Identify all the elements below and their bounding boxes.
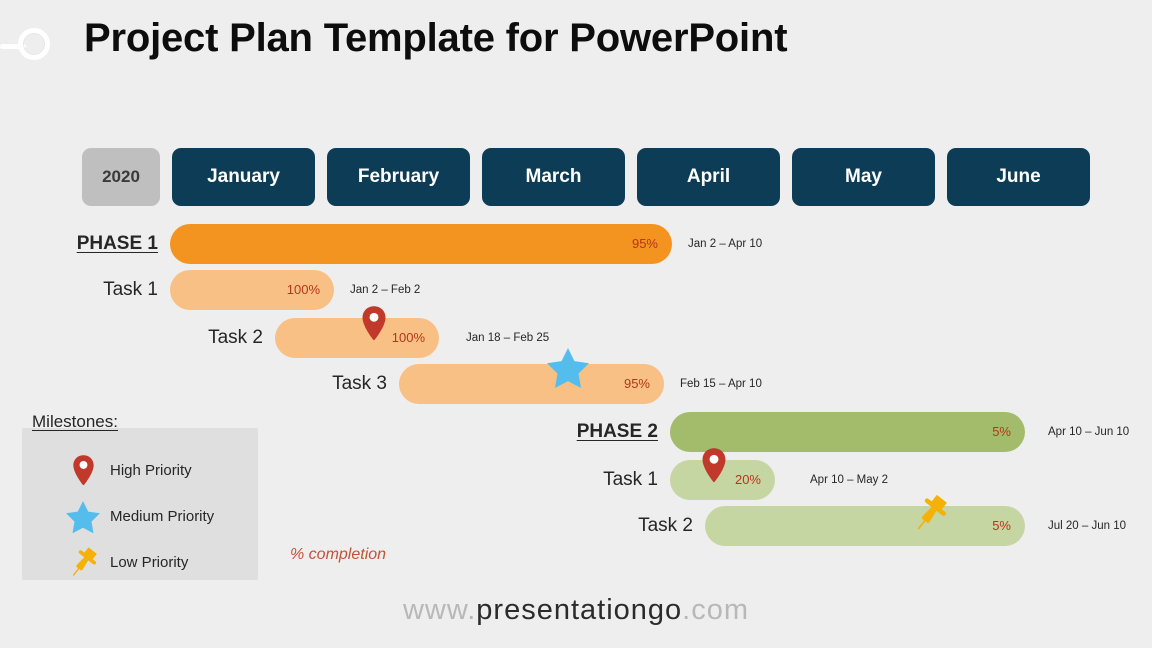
low-priority-pushpin-icon[interactable]: [908, 492, 952, 536]
legend-item-label: Low Priority: [110, 554, 189, 571]
task-label: Task 2: [638, 515, 693, 536]
row-date-range: Jul 20 – Jun 10: [1048, 520, 1127, 532]
timeline-month-may: May: [792, 148, 935, 206]
legend-item: High Priority: [22, 448, 258, 494]
row-date-range: Apr 10 – May 2: [810, 474, 888, 486]
gantt-bar[interactable]: [170, 224, 672, 264]
medium-priority-star-icon[interactable]: [547, 348, 589, 388]
gantt-row: Task 2 5%: [638, 506, 1025, 546]
footer-suffix: .com: [682, 594, 749, 626]
row-date-range: Feb 15 – Apr 10: [680, 378, 762, 390]
gantt-row: Task 3 95%: [332, 364, 664, 404]
gantt-row: Task 2 100%: [208, 318, 439, 358]
gantt-row: PHASE 2 5%: [577, 412, 1025, 452]
row-date-range: Jan 2 – Feb 2: [350, 284, 421, 296]
task-label: Task 2: [208, 327, 263, 348]
completion-percent: 20%: [734, 472, 761, 487]
completion-percent: 95%: [623, 376, 650, 391]
star-icon: [62, 496, 104, 538]
legend-item: Low Priority: [22, 540, 258, 586]
phase-label: PHASE 2: [576, 421, 658, 442]
pin-icon: [62, 450, 104, 492]
row-date-range: Apr 10 – Jun 10: [1048, 426, 1130, 438]
timeline-header: 2020 January February March April May June: [82, 148, 1090, 206]
page-title: Project Plan Template for PowerPoint: [84, 16, 788, 60]
completion-note: % completion: [290, 546, 387, 563]
row-date-range: Jan 2 – Apr 10: [688, 238, 763, 250]
completion-percent: 100%: [391, 330, 425, 345]
timeline-month-april: April: [637, 148, 780, 206]
completion-percent: 100%: [286, 282, 320, 297]
legend-item: Medium Priority: [22, 494, 258, 540]
gantt-row: Task 1 100%: [103, 270, 334, 310]
task-label: Task 1: [603, 469, 658, 490]
milestones-legend: Milestones: High Priority Medium Priority…: [22, 412, 258, 580]
completion-percent: 5%: [992, 424, 1011, 439]
completion-percent: 95%: [631, 236, 658, 251]
legend-item-label: High Priority: [110, 462, 192, 479]
timeline-month-january: January: [172, 148, 315, 206]
high-priority-pin-icon[interactable]: [701, 448, 727, 483]
high-priority-pin-icon[interactable]: [361, 306, 387, 341]
completion-percent: 5%: [992, 518, 1011, 533]
footer-prefix: www.: [402, 594, 477, 626]
timeline-month-june: June: [947, 148, 1090, 206]
gantt-bar[interactable]: [705, 506, 1025, 546]
phase-label: PHASE 1: [76, 233, 158, 254]
timeline-month-february: February: [327, 148, 470, 206]
decorative-circle: [18, 28, 50, 60]
timeline-year-cell: 2020: [82, 148, 160, 206]
footer-url: www.presentationgo.com: [0, 594, 1152, 627]
timeline-month-march: March: [482, 148, 625, 206]
gantt-row: PHASE 1 95%: [77, 224, 672, 264]
legend-item-label: Medium Priority: [110, 508, 215, 525]
decorative-ring-graphic: [0, 24, 62, 68]
row-date-range: Jan 18 – Feb 25: [466, 332, 550, 344]
gantt-bar[interactable]: [670, 412, 1025, 452]
task-label: Task 3: [332, 373, 387, 394]
task-label: Task 1: [103, 279, 158, 300]
pushpin-icon: [62, 542, 104, 584]
footer-brand: presentationgo: [476, 594, 683, 626]
legend-title: Milestones:: [32, 412, 118, 431]
